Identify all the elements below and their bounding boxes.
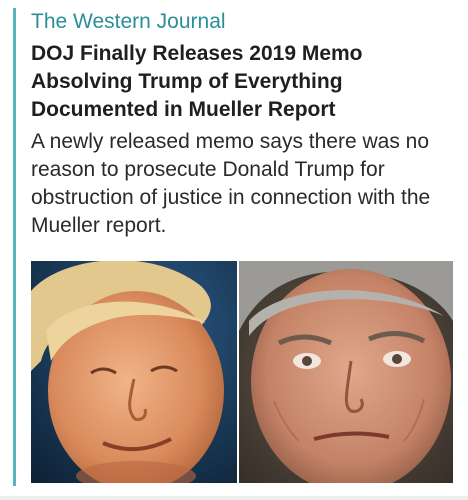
news-card[interactable]: The Western Journal DOJ Finally Releases… xyxy=(0,0,468,500)
publisher-name[interactable]: The Western Journal xyxy=(31,8,226,36)
article-photo-right[interactable] xyxy=(239,261,453,483)
portrait-illustration-left xyxy=(31,261,237,483)
article-photo-left[interactable] xyxy=(31,261,237,483)
portrait-illustration-right xyxy=(239,261,453,483)
card-divider xyxy=(0,496,468,500)
article-summary: A newly released memo says there was no … xyxy=(31,130,431,237)
quote-accent-bar xyxy=(13,8,16,486)
article-headline[interactable]: DOJ Finally Releases 2019 Memo Absolving… xyxy=(31,40,451,124)
